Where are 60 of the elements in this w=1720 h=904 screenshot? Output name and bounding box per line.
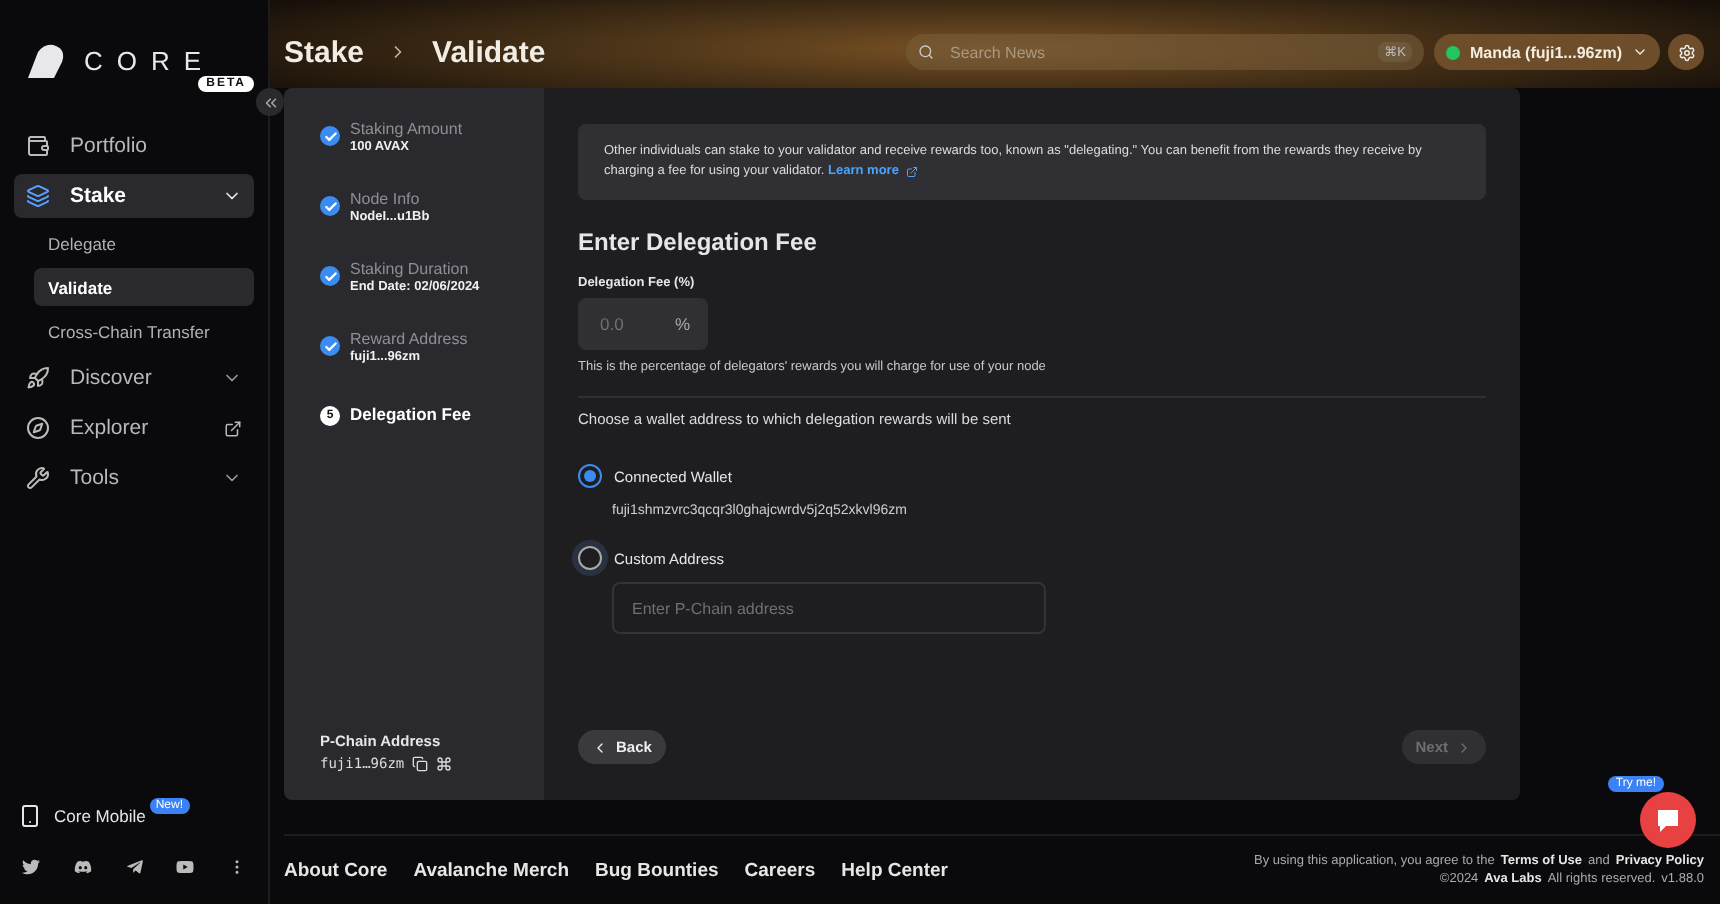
nav-icon	[26, 134, 50, 158]
chat-button[interactable]	[1640, 792, 1696, 848]
external-link-icon	[906, 166, 919, 178]
step-title: Staking Amount	[350, 120, 463, 138]
nav-icon	[26, 416, 50, 440]
settings-icon	[1677, 43, 1695, 61]
bird-icon[interactable]	[22, 858, 40, 876]
phone-icon	[18, 804, 42, 828]
collapse-button[interactable]	[256, 88, 284, 116]
logo-icon	[24, 40, 68, 80]
check-icon	[320, 336, 340, 356]
core-mobile-link[interactable]: Core Mobile	[54, 806, 146, 826]
chevron-left-icon	[592, 739, 608, 755]
radio-button[interactable]	[578, 546, 602, 570]
step-title: Reward Address	[350, 330, 468, 348]
check-icon	[320, 196, 340, 216]
footer-link[interactable]: About Core	[284, 859, 388, 881]
nav-subitem[interactable]: Validate	[34, 268, 254, 306]
account-button[interactable]: Manda (fuji1...96zm)	[1433, 34, 1660, 70]
double-chevron-icon	[261, 93, 279, 111]
copy-icon[interactable]	[412, 756, 429, 772]
step-title: Delegation Fee	[350, 404, 471, 424]
logo-wordmark: CORE	[84, 45, 216, 75]
nav-item[interactable]: Portfolio	[14, 124, 254, 168]
step-title: Staking Duration	[350, 260, 471, 278]
check-icon	[320, 266, 340, 286]
section-title: Enter Delegation Fee	[578, 228, 819, 256]
chat-bubble-icon	[1654, 806, 1682, 834]
nav-item[interactable]: Explorer	[14, 406, 254, 450]
nav-subitem[interactable]: Delegate	[34, 224, 254, 262]
nav-item[interactable]: Discover	[14, 356, 254, 400]
status-dot	[1445, 45, 1460, 59]
nav-subitem[interactable]: Cross-Chain Transfer	[34, 312, 254, 350]
check-icon	[320, 126, 340, 146]
play-icon[interactable]	[176, 858, 195, 876]
fee-input-field[interactable]: 0.0 %	[578, 298, 708, 350]
footer-link[interactable]: Help Center	[841, 859, 948, 881]
step-title: Node Info	[350, 190, 422, 208]
percent-suffix: %	[674, 314, 690, 334]
radio-button[interactable]	[578, 464, 602, 488]
address-input-field[interactable]: Enter P-Chain address	[612, 582, 1046, 634]
nav-icon	[26, 184, 50, 208]
chevron-icon	[1632, 44, 1648, 60]
search-input[interactable]: Search News	[945, 41, 1367, 63]
nav-icon	[26, 366, 50, 390]
nav-item[interactable]: Stake	[14, 174, 254, 218]
chevron-right-icon	[1456, 739, 1472, 755]
footer-link[interactable]: Bug Bounties	[595, 859, 719, 881]
discord-icon[interactable]	[73, 858, 92, 876]
nav-icon	[26, 466, 50, 490]
footer-link[interactable]: Avalanche Merch	[413, 859, 570, 881]
nav-item[interactable]: Tools	[14, 456, 254, 500]
command-icon[interactable]	[436, 756, 453, 772]
footer-link[interactable]: Careers	[744, 859, 816, 881]
breadcrumb-item: Validate	[432, 35, 546, 69]
settings-button[interactable]	[1668, 34, 1704, 70]
search-icon	[917, 44, 934, 60]
paper-plane-icon[interactable]	[125, 858, 143, 876]
fee-input[interactable]: 0.0	[596, 312, 668, 336]
breadcrumb-item[interactable]: Stake	[284, 35, 365, 69]
